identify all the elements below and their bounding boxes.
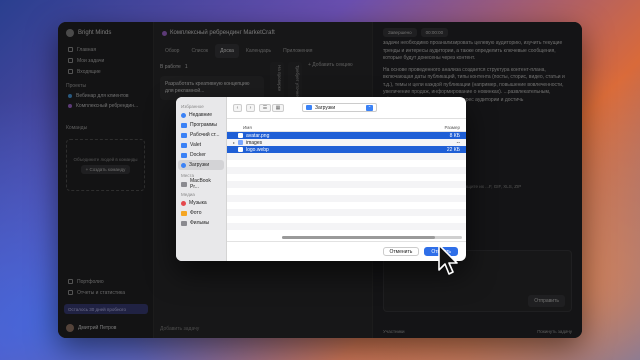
media-heading: Медиа [181, 192, 195, 197]
location-label: Загрузки [315, 104, 336, 111]
empty-row [227, 216, 466, 223]
downloads-icon [181, 162, 186, 168]
dialog-sidebar-macbook[interactable]: MacBook Pr... [176, 178, 226, 190]
file-name-cell: images [238, 140, 440, 146]
dialog-sidebar-movies[interactable]: Фильмы [176, 218, 226, 228]
chevron-updown-icon: ⌃ [366, 104, 373, 111]
file-name: images [246, 139, 263, 146]
file-name: logo.webp [246, 146, 269, 153]
dialog-sidebar-label: Фото [190, 210, 202, 216]
dialog-sidebar-label: Недавние [189, 112, 212, 118]
back-button[interactable]: ‹ [233, 103, 242, 112]
image-file-icon [238, 147, 243, 152]
dialog-sidebar: Избранное Недавние Программы Рабочий ст.… [176, 97, 227, 261]
grid-view-icon[interactable]: ▦ [272, 103, 284, 112]
file-list-header: Имя Размер [227, 123, 466, 132]
folder-icon [181, 152, 187, 158]
file-size: -- [456, 139, 460, 146]
folder-icon [238, 140, 243, 145]
location-dropdown[interactable]: Загрузки ⌃ [302, 103, 377, 112]
dialog-sidebar-docker[interactable]: Docker [176, 150, 226, 160]
scrollbar-thumb[interactable] [282, 236, 435, 239]
file-list: avatar.png 8 КБ ▸ images -- logo.webp 22… [227, 132, 466, 230]
file-row[interactable]: ▸ images -- [227, 139, 466, 146]
file-size: 22 КБ [446, 146, 460, 153]
column-header-name[interactable]: Имя [233, 125, 445, 130]
column-header-size[interactable]: Размер [445, 125, 460, 130]
empty-row [227, 188, 466, 195]
laptop-icon [181, 181, 187, 187]
film-icon [181, 220, 187, 226]
empty-row [227, 223, 466, 230]
dialog-sidebar-music[interactable]: Музыка [176, 198, 226, 208]
dialog-sidebar-recent[interactable]: Недавние [176, 110, 226, 120]
forward-button[interactable]: › [246, 103, 255, 112]
list-view-icon[interactable]: ☰ [259, 103, 271, 112]
apps-icon [181, 122, 187, 128]
dialog-sidebar-label: Музыка [189, 200, 207, 206]
dialog-toolbar: ‹ › ☰ ▦ Загрузки ⌃ [227, 97, 466, 119]
dialog-sidebar-label: Загрузки [189, 162, 210, 168]
empty-row [227, 202, 466, 209]
dialog-sidebar-label: MacBook Pr... [190, 178, 211, 190]
empty-row [227, 160, 466, 167]
dialog-sidebar-desktop[interactable]: Рабочий ст... [176, 130, 226, 140]
dialog-sidebar-photos[interactable]: Фото [176, 208, 226, 218]
empty-row [227, 174, 466, 181]
clock-icon [181, 112, 186, 118]
file-name-cell: logo.webp [238, 147, 440, 153]
empty-row [227, 209, 466, 216]
empty-row [227, 153, 466, 160]
view-switcher: ☰ ▦ [259, 103, 284, 112]
dialog-sidebar-downloads[interactable]: Загрузки [178, 160, 224, 170]
empty-row [227, 195, 466, 202]
dialog-sidebar-label: Docker [190, 152, 206, 158]
dialog-footer: Отменить Открыть [227, 241, 466, 261]
file-size: 8 КБ [449, 132, 460, 139]
cancel-button[interactable]: Отменить [382, 247, 420, 256]
dialog-sidebar-label: Valet [190, 142, 202, 148]
mouse-pointer-icon [438, 244, 458, 275]
file-row[interactable]: logo.webp 22 КБ [227, 146, 466, 153]
photo-icon [181, 210, 187, 216]
desktop-icon [181, 132, 187, 138]
file-row[interactable]: avatar.png 8 КБ [227, 132, 466, 139]
horizontal-scrollbar[interactable] [282, 236, 462, 239]
folder-icon [181, 142, 187, 148]
empty-row [227, 167, 466, 174]
dialog-sidebar-valet[interactable]: Valet [176, 140, 226, 150]
dialog-sidebar-label: Фильмы [190, 220, 210, 226]
folder-icon [306, 105, 312, 110]
file-name-cell: avatar.png [238, 133, 440, 139]
image-file-icon [238, 133, 243, 138]
empty-row [227, 181, 466, 188]
dialog-sidebar-apps[interactable]: Программы [176, 120, 226, 130]
favorites-heading: Избранное [181, 104, 204, 109]
file-name: avatar.png [246, 132, 270, 139]
file-open-dialog: Избранное Недавние Программы Рабочий ст.… [176, 97, 466, 261]
music-icon [181, 200, 186, 206]
dialog-sidebar-label: Рабочий ст... [190, 132, 220, 138]
dialog-main: ‹ › ☰ ▦ Загрузки ⌃ Имя Размер avatar.png… [227, 97, 466, 261]
dialog-sidebar-label: Программы [190, 122, 218, 128]
